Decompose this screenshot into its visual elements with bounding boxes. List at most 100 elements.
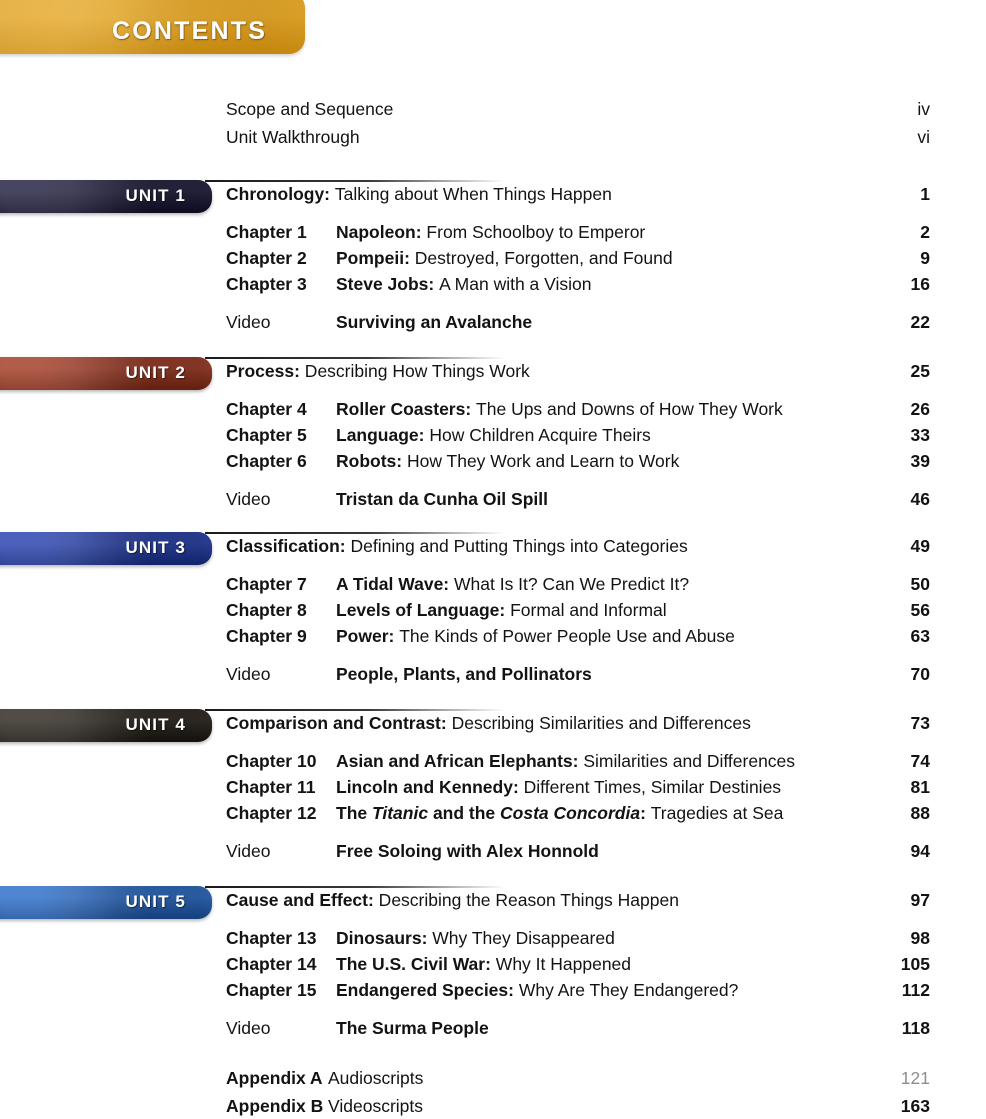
entry-title-subtitle: Similarities and Differences [578,751,796,771]
chapter-row[interactable]: Chapter 9 Power: The Kinds of Power Peopl… [0,626,986,647]
entry-page: 94 [910,841,930,861]
appendix-row[interactable]: Appendix A Audioscripts 121 [0,1068,986,1089]
entry-page: 63 [910,626,930,646]
entry-title-lead: Power: [336,626,395,646]
unit-heading-row[interactable]: Classification: Defining and Putting Thi… [0,536,986,557]
unit-heading-row[interactable]: Cause and Effect: Describing the Reason … [0,890,986,911]
unit-heading-title: Classification: Defining and Putting Thi… [226,536,860,557]
entry-title-subtitle: Why They Disappeared [427,928,615,948]
unit-rule [205,180,505,182]
video-row[interactable]: Video Surviving an Avalanche 22 [0,312,986,333]
front-matter-row[interactable]: Scope and Sequence iv [0,99,986,120]
unit-rule [205,886,505,888]
appendix-title: Videoscripts [328,1096,424,1116]
entry-title-lead: Dinosaurs: [336,928,428,948]
entry-title: People, Plants, and Pollinators [336,664,860,685]
chapter-row[interactable]: Chapter 2 Pompeii: Destroyed, Forgotten, … [0,248,986,269]
entry-title-subtitle: Formal and Informal [505,600,667,620]
chapter-label: Chapter 4 [226,399,307,419]
video-row[interactable]: Video The Surma People 118 [0,1018,986,1039]
video-row[interactable]: Video Tristan da Cunha Oil Spill 46 [0,489,986,510]
chapter-row[interactable]: Chapter 5 Language: How Children Acquire … [0,425,986,446]
video-row[interactable]: Video Free Soloing with Alex Honnold 94 [0,841,986,862]
chapter-label: Chapter 7 [226,574,307,594]
entry-title: Dinosaurs: Why They Disappeared [336,928,860,949]
chapter-row[interactable]: Chapter 4 Roller Coasters: The Ups and Do… [0,399,986,420]
entry-title-lead: Tristan da Cunha Oil Spill [336,489,548,509]
front-matter-row[interactable]: Unit Walkthrough vi [0,127,986,148]
entry-title: Lincoln and Kennedy: Different Times, Si… [336,777,860,798]
entry-page: 16 [910,274,930,294]
entry-title-subtitle: How Children Acquire Theirs [424,425,651,445]
entry-title: The Titanic and the Costa Concordia: Tra… [336,803,860,824]
entry-page: 112 [901,980,930,1000]
chapter-row[interactable]: Chapter 7 A Tidal Wave: What Is It? Can W… [0,574,986,595]
entry-title-lead: Surviving an Avalanche [336,312,533,332]
entry-title: Roller Coasters: The Ups and Downs of Ho… [336,399,860,420]
entry-title-subtitle: How They Work and Learn to Work [402,451,680,471]
entry-title-subtitle: Describing the Reason Things Happen [373,890,679,910]
entry-title-subtitle: Tragedies at Sea [645,803,784,823]
entry-page: 26 [910,399,930,419]
appendix-label: Appendix B [226,1096,324,1116]
appendix-label: Appendix A [226,1068,323,1088]
entry-title-lead: Language: [336,425,425,445]
chapter-row[interactable]: Chapter 12 The Titanic and the Costa Conc… [0,803,986,824]
chapter-row[interactable]: Chapter 8 Levels of Language: Formal and … [0,600,986,621]
entry-page: 50 [910,574,930,594]
page-title: CONTENTS [112,17,268,45]
chapter-row[interactable]: Chapter 11 Lincoln and Kennedy: Different… [0,777,986,798]
entry-title-lead: Cause and Effect: [226,890,374,910]
chapter-row[interactable]: Chapter 14 The U.S. Civil War: Why It Hap… [0,954,986,975]
entry-title-subtitle: A Man with a Vision [434,274,592,294]
front-matter-title: Scope and Sequence [226,99,394,119]
entry-title-lead: People, Plants, and Pollinators [336,664,592,684]
chapter-label: Chapter 6 [226,451,307,471]
entry-page: 81 [910,777,930,797]
entry-page: 2 [920,222,930,242]
entry-page: 105 [900,954,930,974]
unit-rule [205,532,505,534]
entry-title-subtitle: Defining and Putting Things into Categor… [345,536,688,556]
entry-page: 70 [910,664,930,684]
entry-title-subtitle: Why It Happened [490,954,632,974]
unit-heading-row[interactable]: Comparison and Contrast: Describing Simi… [0,713,986,734]
chapter-row[interactable]: Chapter 10 Asian and African Elephants: S… [0,751,986,772]
unit-heading-row[interactable]: Chronology: Talking about When Things Ha… [0,184,986,205]
entry-title-lead: A Tidal Wave: [336,574,450,594]
entry-page: 46 [910,489,930,509]
unit-heading-page: 25 [910,361,930,381]
appendix-row[interactable]: Appendix B Videoscripts 163 [0,1096,986,1117]
entry-title: Surviving an Avalanche [336,312,860,333]
unit-heading-page: 73 [910,713,930,733]
chapter-label: Chapter 3 [226,274,307,294]
entry-page: 39 [910,451,930,471]
entry-title-lead: Pompeii: [336,248,410,268]
chapter-row[interactable]: Chapter 6 Robots: How They Work and Learn… [0,451,986,472]
entry-title: Power: The Kinds of Power People Use and… [336,626,860,647]
entry-title-lead: Endangered Species: [336,980,514,1000]
chapter-row[interactable]: Chapter 3 Steve Jobs: A Man with a Vision… [0,274,986,295]
entry-title: Asian and African Elephants: Similaritie… [336,751,860,772]
chapter-label: Chapter 13 [226,928,317,948]
entry-title: Free Soloing with Alex Honnold [336,841,860,862]
unit-heading-page: 1 [920,184,930,204]
entry-title: The U.S. Civil War: Why It Happened [336,954,860,975]
unit-heading-row[interactable]: Process: Describing How Things Work 25 [0,361,986,382]
entry-page: 56 [910,600,930,620]
chapter-row[interactable]: Chapter 15 Endangered Species: Why Are Th… [0,980,986,1001]
video-row[interactable]: Video People, Plants, and Pollinators 70 [0,664,986,685]
unit-heading-title: Cause and Effect: Describing the Reason … [226,890,860,911]
entry-title-lead: Process: [226,361,300,381]
entry-title-lead: The Surma People [336,1018,489,1038]
chapter-label: Chapter 14 [226,954,317,974]
chapter-row[interactable]: Chapter 13 Dinosaurs: Why They Disappeare… [0,928,986,949]
entry-title: Levels of Language: Formal and Informal [336,600,860,621]
entry-title-subtitle: Describing How Things Work [299,361,530,381]
entry-title-lead: Steve Jobs: [336,274,435,294]
chapter-row[interactable]: Chapter 1 Napoleon: From Schoolboy to Emp… [0,222,986,243]
chapter-label: Chapter 5 [226,425,307,445]
entry-title: The Surma People [336,1018,860,1039]
front-matter-page: vi [917,127,930,147]
entry-title-subtitle: Talking about When Things Happen [330,184,612,204]
